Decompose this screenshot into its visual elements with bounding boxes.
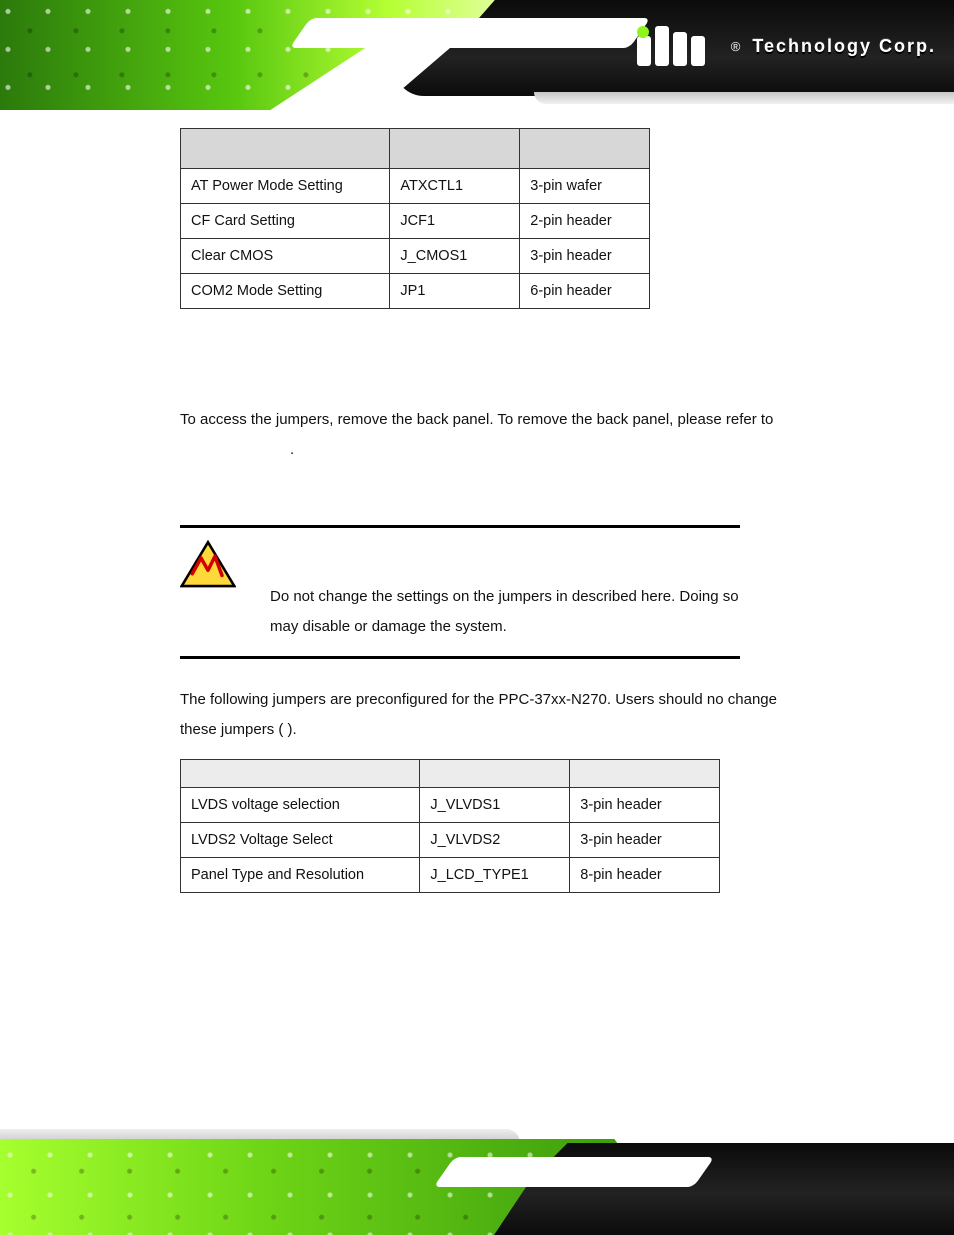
header-banner: ® Technology Corp. [0, 0, 954, 110]
cell: LVDS2 Voltage Select [181, 823, 420, 858]
brand-block: ® Technology Corp. [637, 26, 936, 66]
cell: 8-pin header [570, 858, 720, 893]
cell: 3-pin wafer [520, 169, 650, 204]
cell: J_LCD_TYPE1 [420, 858, 570, 893]
text: these jumpers ( ). [180, 721, 297, 738]
cell: 3-pin header [570, 788, 720, 823]
preconfigured-paragraph: The following jumpers are preconfigured … [180, 685, 840, 745]
jumpers-table: AT Power Mode Setting ATXCTL1 3-pin wafe… [180, 128, 650, 309]
footer-white-stripe [433, 1157, 714, 1187]
table-row: COM2 Mode Setting JP1 6-pin header [181, 274, 650, 309]
cell: J_VLVDS2 [420, 823, 570, 858]
table-header-row [181, 760, 720, 788]
col-header-type [520, 129, 650, 169]
table-row: Panel Type and Resolution J_LCD_TYPE1 8-… [181, 858, 720, 893]
cell: J_VLVDS1 [420, 788, 570, 823]
col-header-label [390, 129, 520, 169]
cell: Panel Type and Resolution [181, 858, 420, 893]
col-header-type [570, 760, 720, 788]
brand-logo-icon [637, 26, 721, 66]
access-jumpers-paragraph: To access the jumpers, remove the back p… [180, 405, 840, 465]
brand-wordmark: Technology Corp. [752, 36, 936, 57]
warning-icon [180, 540, 236, 590]
cell: 3-pin header [520, 239, 650, 274]
cell: 2-pin header [520, 204, 650, 239]
content-area: AT Power Mode Setting ATXCTL1 3-pin wafe… [180, 128, 840, 893]
table-row: Clear CMOS J_CMOS1 3-pin header [181, 239, 650, 274]
cell: COM2 Mode Setting [181, 274, 390, 309]
cell: CF Card Setting [181, 204, 390, 239]
cell: AT Power Mode Setting [181, 169, 390, 204]
table-row: CF Card Setting JCF1 2-pin header [181, 204, 650, 239]
table-row: AT Power Mode Setting ATXCTL1 3-pin wafe… [181, 169, 650, 204]
cell: LVDS voltage selection [181, 788, 420, 823]
preconfigured-jumpers-table: LVDS voltage selection J_VLVDS1 3-pin he… [180, 759, 720, 893]
cell: JP1 [390, 274, 520, 309]
header-grey-lip [534, 92, 954, 104]
table-row: LVDS2 Voltage Select J_VLVDS2 3-pin head… [181, 823, 720, 858]
header-white-stripe [289, 18, 650, 48]
col-header-label [420, 760, 570, 788]
cell: 3-pin header [570, 823, 720, 858]
table-row: LVDS voltage selection J_VLVDS1 3-pin he… [181, 788, 720, 823]
text: To access the jumpers, remove the back p… [180, 411, 773, 428]
cell: JCF1 [390, 204, 520, 239]
cell: 6-pin header [520, 274, 650, 309]
registered-mark: ® [731, 39, 741, 54]
page: ® Technology Corp. AT Power Mode Setting… [0, 0, 954, 1235]
cell: Clear CMOS [181, 239, 390, 274]
table-header-row [181, 129, 650, 169]
text: The following jumpers are preconfigured … [180, 691, 777, 708]
footer-banner [0, 1125, 954, 1235]
text: . [290, 441, 294, 458]
warning-text-line1: Do not change the settings on the jumper… [270, 588, 739, 605]
warning-text-line2: may disable or damage the system. [270, 618, 507, 635]
cell: ATXCTL1 [390, 169, 520, 204]
col-header-desc [181, 760, 420, 788]
warning-block: Do not change the settings on the jumper… [180, 525, 840, 659]
cell: J_CMOS1 [390, 239, 520, 274]
warning-bottom-rule [180, 656, 740, 659]
col-header-desc [181, 129, 390, 169]
